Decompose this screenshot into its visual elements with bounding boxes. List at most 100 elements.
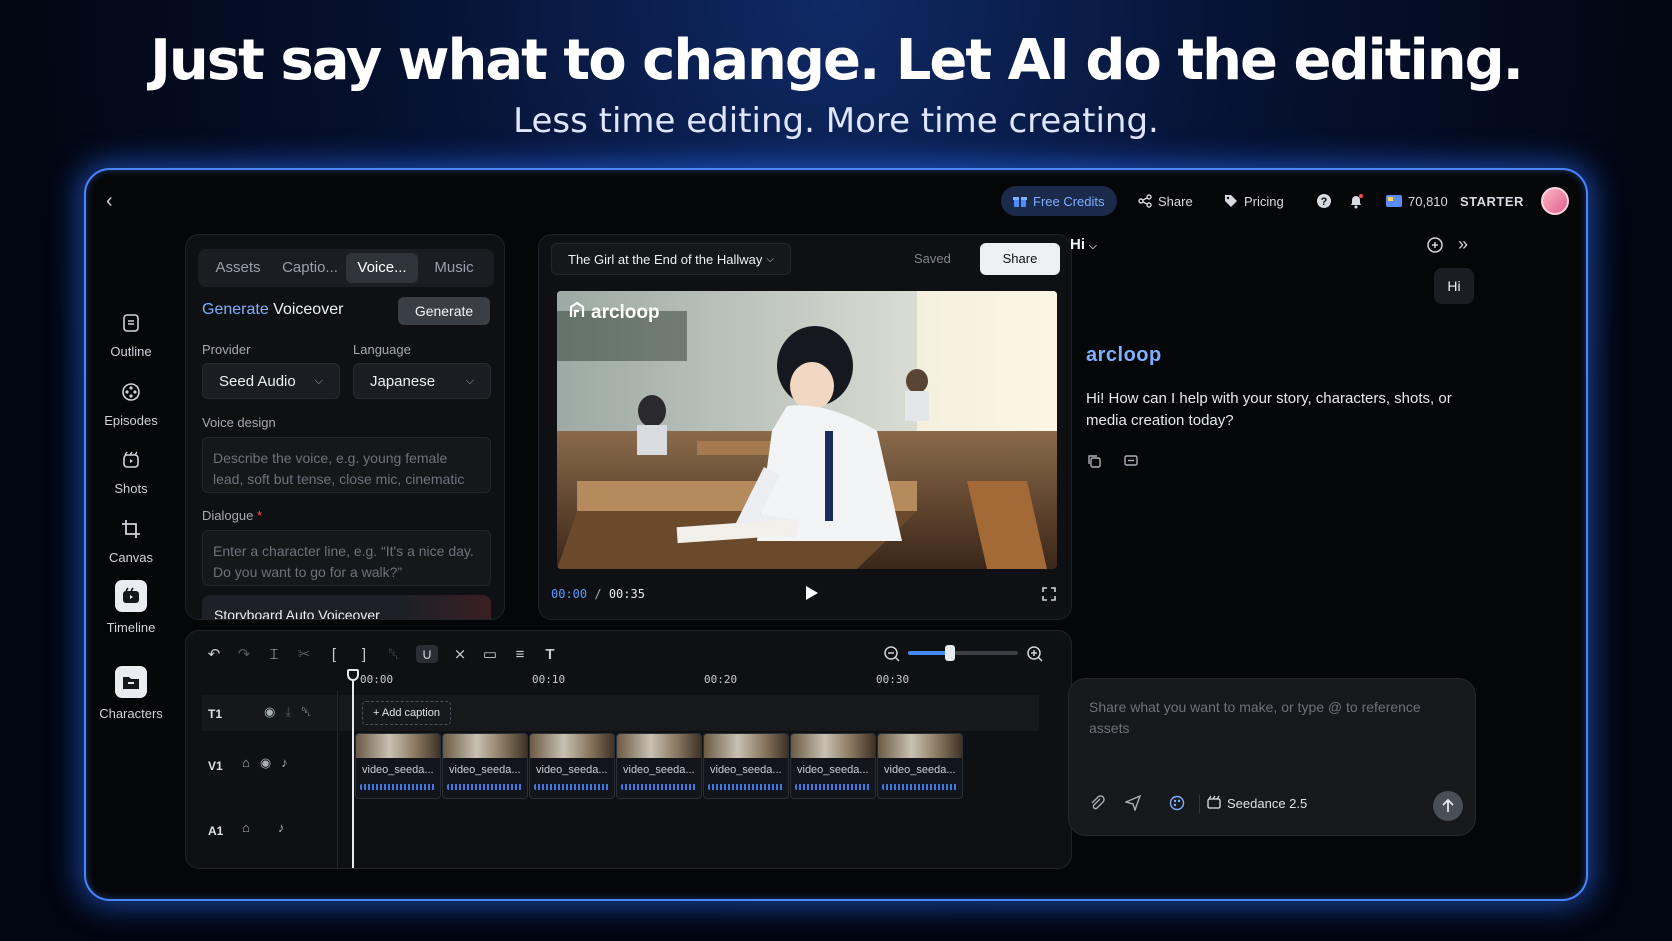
playhead-handle[interactable]	[347, 669, 359, 681]
assistant-message: Hi! How can I help with your story, char…	[1086, 390, 1452, 429]
track-t1-controls: ◉ ⤓ ␡	[264, 704, 312, 720]
video-clip[interactable]: video_seeda...	[703, 733, 789, 799]
share-icon	[1138, 194, 1152, 208]
collapse-panel-icon[interactable]: »	[1458, 234, 1468, 255]
chat-input[interactable]: Share what you want to make, or type @ t…	[1089, 697, 1459, 739]
nav-canvas[interactable]: Canvas	[86, 516, 176, 565]
download-icon[interactable]: ⤓	[285, 704, 291, 720]
language-select[interactable]: Japanese ⌵	[353, 363, 491, 399]
divider	[1199, 795, 1200, 813]
chat-title-select[interactable]: Hi ⌵	[1070, 236, 1097, 253]
zoom-slider-handle[interactable]	[944, 645, 955, 661]
back-icon[interactable]: ‹	[106, 190, 113, 213]
clip-waveform	[621, 784, 697, 790]
clip-waveform	[708, 784, 784, 790]
lock-icon[interactable]: ⌂	[242, 755, 250, 771]
new-chat-icon[interactable]	[1426, 236, 1444, 259]
tab-captions[interactable]: Captio...	[274, 253, 346, 283]
video-clip[interactable]: video_seeda...	[529, 733, 615, 799]
split-icon[interactable]: ⌶	[266, 646, 282, 663]
nav-outline-label: Outline	[110, 344, 152, 359]
zoom-slider[interactable]	[908, 645, 1018, 661]
video-clip[interactable]: video_seeda...	[877, 733, 963, 799]
video-clip[interactable]: video_seeda...	[790, 733, 876, 799]
share-top-button[interactable]: Share	[1138, 186, 1193, 216]
nav-episodes[interactable]: Episodes	[86, 379, 176, 428]
saved-status: Saved	[914, 251, 951, 266]
notification-bell-icon[interactable]	[1348, 186, 1364, 216]
nav-characters[interactable]: Characters	[86, 666, 176, 721]
tab-voice[interactable]: Voice...	[346, 253, 418, 283]
chevron-down-icon: ⌵	[1089, 241, 1097, 252]
audio-add-icon[interactable]: ≡	[512, 646, 528, 663]
provider-select[interactable]: Seed Audio ⌵	[202, 363, 340, 399]
zoom-out-icon[interactable]	[883, 645, 901, 668]
project-select[interactable]: The Girl at the End of the Hallway ⌵	[551, 243, 791, 275]
lock-icon[interactable]: ⌂	[242, 820, 250, 835]
crop-icon	[118, 516, 144, 542]
play-icon[interactable]	[805, 585, 819, 606]
zoom-in-icon[interactable]	[1026, 645, 1044, 668]
voiceover-heading-accent: Generate	[202, 301, 269, 318]
tab-assets[interactable]: Assets	[202, 253, 274, 283]
model-select[interactable]: Seedance 2.5	[1207, 795, 1307, 812]
eye-icon[interactable]: ◉	[260, 755, 271, 771]
copy-icon[interactable]	[1086, 453, 1102, 474]
user-message: Hi	[1434, 268, 1474, 304]
clip-waveform	[795, 784, 871, 790]
magnet-icon[interactable]: ∪	[416, 645, 438, 663]
video-clip[interactable]: video_seeda...	[616, 733, 702, 799]
clip-thumbnail	[791, 734, 875, 758]
voice-design-input[interactable]: Describe the voice, e.g. young female le…	[202, 437, 491, 493]
arcloop-logo-icon	[569, 301, 587, 325]
crop-icon[interactable]: ▭	[482, 645, 498, 663]
attach-icon[interactable]	[1089, 795, 1105, 816]
pricing-button[interactable]: Pricing	[1224, 186, 1284, 216]
cut-icon[interactable]: ✂	[296, 645, 312, 663]
nav-shots-label: Shots	[114, 481, 148, 496]
tab-music[interactable]: Music	[418, 253, 490, 283]
plan-badge: STARTER	[1460, 193, 1524, 209]
trim-right-icon[interactable]: ]	[356, 646, 372, 663]
eye-icon[interactable]: ◉	[264, 704, 275, 720]
film-reel-icon	[118, 379, 144, 405]
nav-shots[interactable]: Shots	[86, 447, 176, 496]
svg-text:?: ?	[1321, 196, 1328, 208]
redo-icon[interactable]: ↷	[236, 645, 252, 663]
share-button[interactable]: Share	[980, 243, 1060, 275]
nav-outline[interactable]: Outline	[86, 310, 176, 359]
send-plane-icon[interactable]	[1123, 794, 1142, 816]
storyboard-voiceover-button[interactable]: Storyboard Auto Voiceover	[202, 595, 491, 619]
add-caption-button[interactable]: + Add caption	[362, 701, 451, 725]
send-button[interactable]	[1433, 791, 1463, 821]
undo-icon[interactable]: ↶	[206, 645, 222, 663]
clip-name: video_seeda...	[536, 764, 608, 776]
free-credits-button[interactable]: Free Credits	[1001, 186, 1117, 216]
volume-icon[interactable]: ♪	[278, 820, 285, 835]
text-add-icon[interactable]: T	[542, 646, 558, 663]
delete-icon[interactable]: ␡	[386, 646, 402, 663]
help-icon[interactable]: ?	[1316, 186, 1332, 216]
hero-subtitle: Less time editing. More time creating.	[513, 101, 1159, 141]
video-player[interactable]: arcloop	[557, 291, 1057, 569]
video-clip[interactable]: video_seeda...	[442, 733, 528, 799]
hero: Just say what to change. Let AI do the e…	[0, 28, 1672, 141]
dialogue-input[interactable]: Enter a character line, e.g. “It's a nic…	[202, 530, 491, 586]
ruler-tick: 00:20	[704, 673, 738, 686]
generate-button[interactable]: Generate	[398, 297, 490, 325]
comment-icon[interactable]	[1123, 453, 1139, 474]
link-icon[interactable]: ⨯	[452, 645, 468, 663]
fullscreen-icon[interactable]	[1042, 587, 1056, 606]
assets-panel: Assets Captio... Voice... Music Generate…	[185, 234, 505, 620]
language-label: Language	[353, 342, 411, 357]
video-clip[interactable]: video_seeda...	[355, 733, 441, 799]
palette-icon[interactable]	[1169, 795, 1185, 816]
chat-input-box: Share what you want to make, or type @ t…	[1068, 678, 1476, 836]
trim-left-icon[interactable]: [	[326, 646, 342, 663]
playhead[interactable]	[352, 671, 354, 868]
nav-timeline[interactable]: Timeline	[86, 580, 176, 635]
avatar[interactable]	[1541, 187, 1569, 215]
trash-icon[interactable]: ␡	[301, 704, 311, 720]
ruler-tick: 00:10	[532, 673, 566, 686]
volume-icon[interactable]: ♪	[281, 755, 288, 771]
